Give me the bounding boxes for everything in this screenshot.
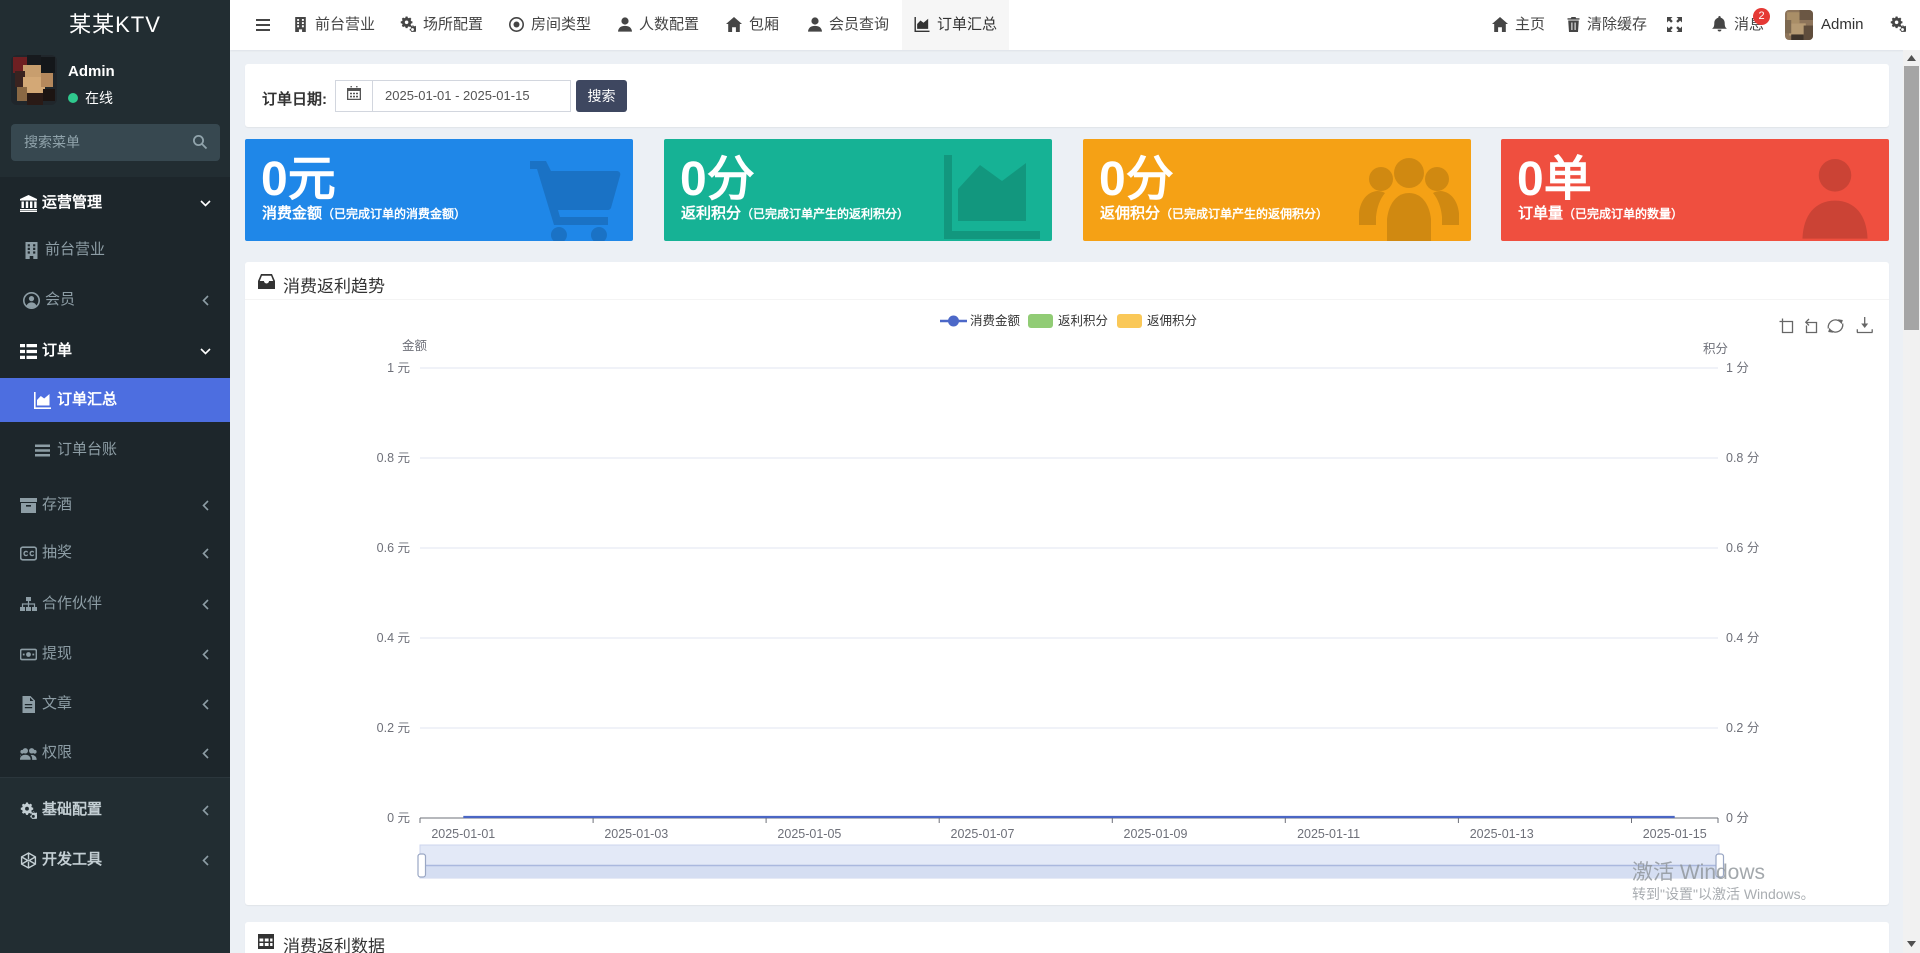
svg-text:2025-01-05: 2025-01-05 [777,827,841,841]
svg-text:1 分: 1 分 [1726,361,1749,375]
svg-text:0.4 分: 0.4 分 [1726,631,1759,645]
svg-text:消费金额: 消费金额 [970,313,1021,328]
svg-text:0.8 元: 0.8 元 [377,451,410,465]
svg-text:2025-01-03: 2025-01-03 [604,827,668,841]
svg-text:2025-01-09: 2025-01-09 [1124,827,1188,841]
svg-text:1 元: 1 元 [387,361,410,375]
svg-text:2025-01-11: 2025-01-11 [1297,827,1360,841]
svg-text:2025-01-13: 2025-01-13 [1470,827,1534,841]
svg-text:2025-01-15: 2025-01-15 [1643,827,1707,841]
svg-text:0 分: 0 分 [1726,811,1749,825]
svg-text:0.6 分: 0.6 分 [1726,541,1759,555]
svg-text:金额: 金额 [402,338,428,353]
svg-text:积分: 积分 [1703,342,1728,356]
svg-text:0 元: 0 元 [387,811,410,825]
svg-text:返佣积分: 返佣积分 [1147,314,1197,328]
svg-text:2025-01-07: 2025-01-07 [951,827,1015,841]
svg-text:0.6 元: 0.6 元 [377,541,410,555]
svg-text:0.8 分: 0.8 分 [1726,451,1759,465]
svg-text:0.2 元: 0.2 元 [377,721,410,735]
svg-text:2025-01-01: 2025-01-01 [431,827,495,841]
svg-text:0.2 分: 0.2 分 [1726,721,1759,735]
svg-text:返利积分: 返利积分 [1058,314,1108,328]
svg-text:0.4 元: 0.4 元 [377,631,410,645]
